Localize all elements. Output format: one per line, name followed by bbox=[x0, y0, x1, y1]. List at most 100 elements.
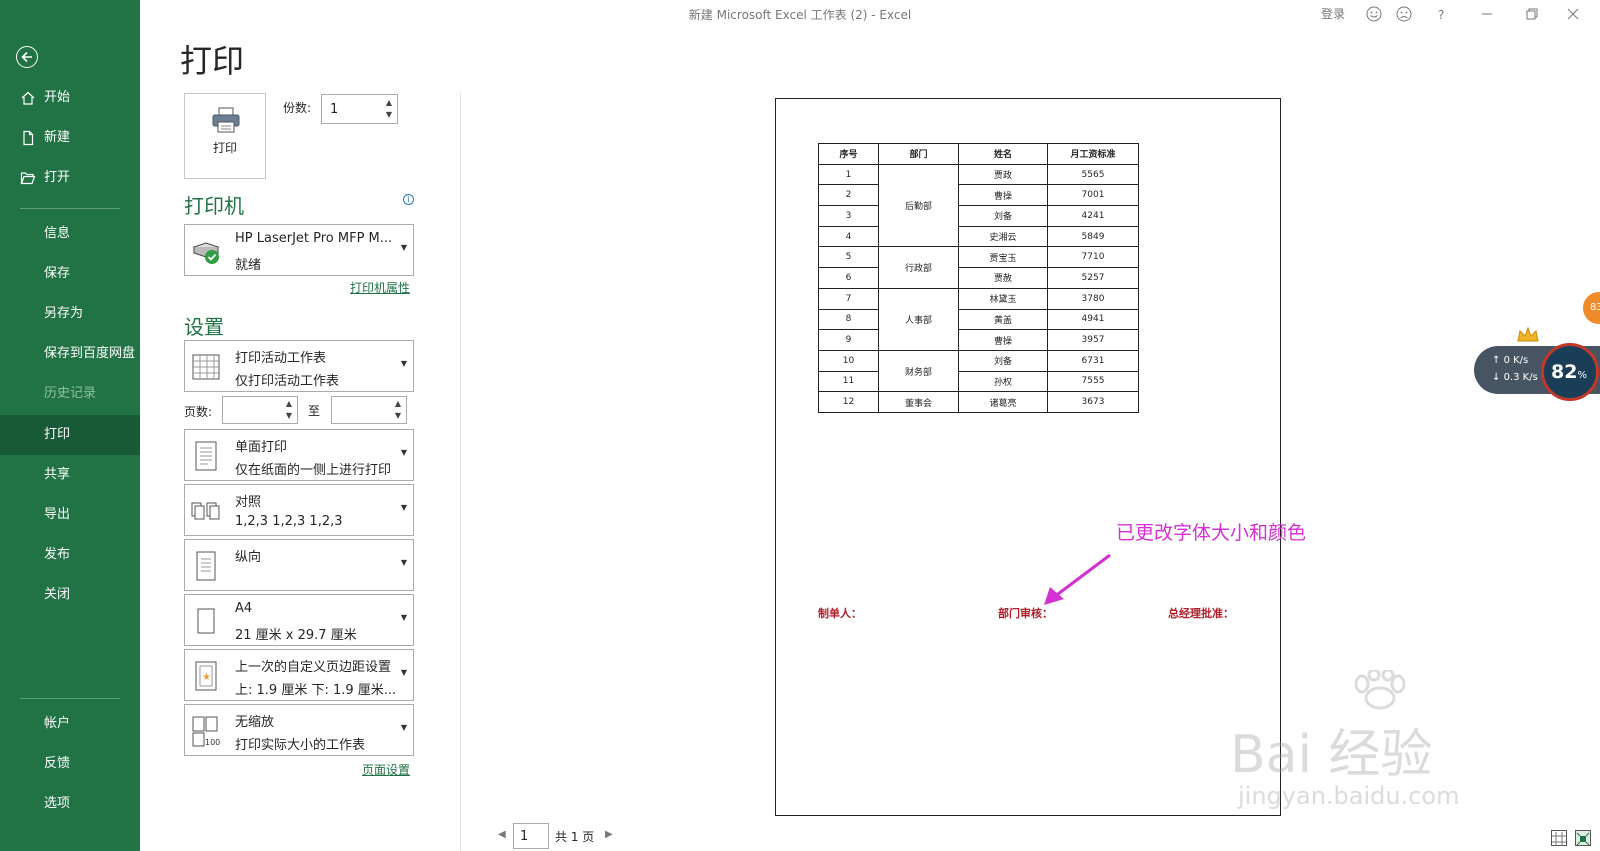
nav-print[interactable]: 打印 bbox=[0, 415, 140, 455]
info-icon[interactable]: i bbox=[403, 194, 414, 205]
close-icon[interactable] bbox=[1564, 5, 1582, 23]
cell-salary: 7710 bbox=[1047, 246, 1139, 269]
sheet-grid-icon bbox=[192, 354, 220, 380]
memory-dial[interactable]: 82% bbox=[1541, 343, 1599, 401]
cell-salary: 6731 bbox=[1047, 349, 1139, 372]
cell-index: 10 bbox=[818, 349, 879, 372]
cell-index: 12 bbox=[818, 391, 879, 413]
spin-up-icon[interactable]: ▲ bbox=[393, 398, 403, 410]
nav-divider bbox=[20, 208, 120, 209]
new-file-icon bbox=[23, 130, 34, 146]
back-arrow-icon[interactable] bbox=[16, 46, 38, 68]
help-icon[interactable]: ? bbox=[1432, 5, 1450, 23]
annotation-text: 已更改字体大小和颜色 bbox=[1116, 522, 1307, 544]
nav-feedback-label: 反馈 bbox=[44, 756, 71, 771]
current-page-input[interactable]: 1 bbox=[513, 823, 549, 849]
sides-dropdown[interactable]: 单面打印 仅在纸面的一侧上进行打印 ▼ bbox=[184, 429, 414, 481]
table-row: 8 黄盖 4941 bbox=[818, 308, 1139, 331]
cell-name: 贾宝玉 bbox=[958, 246, 1048, 269]
table-row: 12 董事会 诸葛亮 3673 bbox=[818, 391, 1139, 413]
spin-down-icon[interactable]: ▼ bbox=[384, 109, 394, 121]
cell-salary: 3673 bbox=[1047, 391, 1139, 413]
cell-index: 8 bbox=[818, 308, 879, 331]
cell-name: 林黛玉 bbox=[958, 287, 1048, 310]
print-button-label: 打印 bbox=[212, 141, 237, 155]
printer-properties-link[interactable]: 打印机属性 bbox=[350, 279, 410, 296]
chevron-down-icon: ▼ bbox=[400, 558, 407, 567]
zoom-to-page-icon[interactable] bbox=[1575, 830, 1591, 846]
nav-info[interactable]: 信息 bbox=[0, 214, 140, 254]
printer-dropdown[interactable]: HP LaserJet Pro MFP M... 就绪 ▼ bbox=[184, 224, 414, 276]
print-button[interactable]: 打印 bbox=[184, 93, 266, 179]
cell-name: 黄盖 bbox=[958, 308, 1048, 331]
nav-options[interactable]: 选项 bbox=[0, 784, 140, 824]
collate-dropdown[interactable]: 对照 1,2,3 1,2,3 1,2,3 ▼ bbox=[184, 484, 414, 536]
nav-history: 历史记录 bbox=[0, 374, 140, 414]
collate-label: 对照 bbox=[235, 495, 262, 510]
scaling-dropdown[interactable]: 100 无缩放 打印实际大小的工作表 ▼ bbox=[184, 704, 414, 756]
margins-dropdown[interactable]: ★ 上一次的自定义页边距设置 上: 1.9 厘米 下: 1.9 厘米... ▼ bbox=[184, 649, 414, 701]
cell-department: 后勤部 bbox=[878, 163, 959, 248]
paper-size-dropdown[interactable]: A4 21 厘米 x 29.7 厘米 ▼ bbox=[184, 594, 414, 646]
nav-save-as-label: 另存为 bbox=[44, 306, 84, 321]
next-page-icon[interactable]: ▶ bbox=[605, 829, 613, 840]
nav-open-label: 打开 bbox=[44, 170, 71, 185]
spin-down-icon[interactable]: ▼ bbox=[393, 410, 403, 422]
column-header: 月工资标准 bbox=[1047, 143, 1139, 165]
nav-save-baidu[interactable]: 保存到百度网盘 bbox=[0, 334, 140, 374]
table-row: 7 人事部 林黛玉 3780 bbox=[818, 287, 1139, 351]
settings-heading: 设置 bbox=[184, 315, 224, 339]
pages-to-input[interactable]: ▲ ▼ bbox=[331, 396, 407, 424]
table-row: 6 贾赦 5257 bbox=[818, 267, 1139, 289]
page-setup-link[interactable]: 页面设置 bbox=[362, 761, 410, 778]
nav-save-as[interactable]: 另存为 bbox=[0, 294, 140, 334]
nav-open[interactable]: 打开 bbox=[0, 158, 140, 198]
minimize-icon[interactable] bbox=[1478, 5, 1496, 23]
pages-from-input[interactable]: ▲ ▼ bbox=[222, 396, 298, 424]
nav-share[interactable]: 共享 bbox=[0, 455, 140, 495]
copies-label: 份数: bbox=[283, 101, 312, 115]
frown-icon[interactable] bbox=[1395, 5, 1413, 23]
nav-export[interactable]: 导出 bbox=[0, 495, 140, 535]
cell-index: 9 bbox=[818, 329, 879, 351]
home-icon bbox=[21, 91, 35, 105]
orientation-dropdown[interactable]: 纵向 ▼ bbox=[184, 539, 414, 591]
cell-index: 7 bbox=[818, 287, 879, 310]
table-row: 2 曹操 7001 bbox=[818, 184, 1139, 207]
restore-icon[interactable] bbox=[1523, 5, 1541, 23]
pages-label: 页数: bbox=[184, 405, 213, 419]
floating-badge[interactable]: 83 bbox=[1581, 290, 1600, 326]
nav-publish[interactable]: 发布 bbox=[0, 535, 140, 575]
cell-index: 6 bbox=[818, 267, 879, 289]
nav-feedback[interactable]: 反馈 bbox=[0, 744, 140, 784]
spin-down-icon[interactable]: ▼ bbox=[284, 410, 294, 422]
show-margins-icon[interactable] bbox=[1551, 830, 1567, 846]
memory-percent: 82% bbox=[1551, 361, 1587, 383]
page-title: 打印 bbox=[180, 42, 245, 80]
smile-icon[interactable] bbox=[1365, 5, 1383, 23]
nav-divider bbox=[20, 698, 120, 699]
nav-close-label: 关闭 bbox=[44, 587, 71, 602]
table-row: 11 孙权 7555 bbox=[818, 370, 1139, 393]
orientation-label: 纵向 bbox=[235, 550, 262, 565]
print-what-dropdown[interactable]: 打印活动工作表 仅打印活动工作表 ▼ bbox=[184, 340, 414, 392]
nav-save[interactable]: 保存 bbox=[0, 254, 140, 294]
no-scaling-icon: 100 bbox=[192, 716, 220, 747]
nav-home[interactable]: 开始 bbox=[0, 78, 140, 118]
sign-in-link[interactable]: 登录 bbox=[1321, 5, 1345, 22]
nav-account[interactable]: 帐户 bbox=[0, 704, 140, 744]
spin-up-icon[interactable]: ▲ bbox=[384, 97, 394, 109]
prev-page-icon[interactable]: ◀ bbox=[498, 829, 506, 840]
backstage-nav: 开始 新建 打开 信息 保存 另存为 保存到百度网盘 历史记录 打印 共享 导出… bbox=[0, 0, 140, 851]
spin-up-icon[interactable]: ▲ bbox=[284, 398, 294, 410]
table-row: 5 行政部 贾宝玉 7710 bbox=[818, 246, 1139, 289]
cell-name: 孙权 bbox=[958, 370, 1048, 393]
cell-index: 3 bbox=[818, 205, 879, 227]
copies-stepper[interactable]: 1 ▲ ▼ bbox=[321, 94, 398, 124]
chevron-down-icon: ▼ bbox=[400, 723, 407, 732]
collate-icon bbox=[191, 502, 220, 520]
custom-margins-icon: ★ bbox=[195, 661, 217, 691]
cell-index: 2 bbox=[818, 184, 879, 207]
nav-new[interactable]: 新建 bbox=[0, 118, 140, 158]
nav-close[interactable]: 关闭 bbox=[0, 575, 140, 615]
